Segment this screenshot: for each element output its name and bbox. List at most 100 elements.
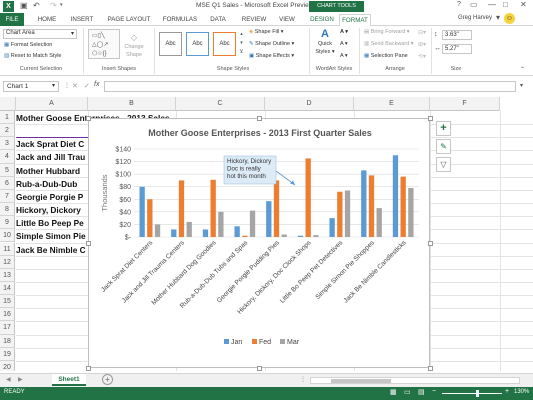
row-header-4[interactable]: 4 [0, 150, 15, 164]
row-header-12[interactable]: 12 [0, 255, 15, 269]
minimize-icon[interactable]: — [488, 0, 496, 9]
expand-formula-bar-icon[interactable]: ▾ [520, 82, 523, 89]
page-layout-view-icon[interactable]: ▭ [404, 388, 411, 396]
column-header-e[interactable]: E [354, 97, 430, 111]
horizontal-scrollbar[interactable] [310, 377, 520, 384]
chart-filters-icon[interactable]: ▽ [436, 157, 451, 172]
select-all-corner[interactable] [0, 97, 16, 111]
resize-handle[interactable] [428, 241, 433, 246]
tab-data[interactable]: DATA [205, 14, 231, 25]
row-header-19[interactable]: 19 [0, 347, 15, 361]
cell-a4[interactable]: Jack and Jill Trau [16, 151, 88, 163]
tab-file[interactable]: FILE [0, 13, 24, 26]
shape-style-swatch-3[interactable]: Abc [213, 32, 236, 56]
new-sheet-icon[interactable]: + [102, 374, 113, 385]
chart-styles-brush-icon[interactable]: ✎ [436, 139, 451, 154]
tab-page-layout[interactable]: PAGE LAYOUT [103, 14, 155, 25]
close-icon[interactable]: ✕ [520, 0, 527, 9]
row-header-6[interactable]: 6 [0, 176, 15, 190]
quick-styles-button[interactable]: A Quick Styles ▾ [314, 29, 336, 60]
tab-view[interactable]: VIEW [275, 14, 299, 25]
resize-handle[interactable] [257, 366, 262, 371]
name-box-chevron-icon[interactable]: ▾ [52, 82, 55, 89]
user-dropdown-icon[interactable]: ▾ [496, 13, 500, 22]
resize-handle[interactable] [86, 241, 91, 246]
resize-handle[interactable] [86, 366, 91, 371]
column-header-f[interactable]: F [430, 97, 500, 111]
collapse-ribbon-icon[interactable]: ⌃ [520, 66, 525, 73]
resize-handle[interactable] [257, 116, 262, 121]
shape-style-swatch-2[interactable]: Abc [186, 32, 209, 56]
undo-icon[interactable]: ↶ [33, 1, 40, 10]
send-backward-button[interactable]: ▥ Send Backward ▾ [364, 41, 414, 47]
tab-sheet1[interactable]: Sheet1 [52, 374, 86, 386]
text-fill-button[interactable]: A ▾ [340, 29, 348, 35]
chart-area[interactable]: Mother Goose Enterprises - 2013 First Qu… [86, 116, 433, 371]
save-icon[interactable]: ▣ [20, 1, 28, 10]
qat-customize-icon[interactable]: ▾ [60, 2, 63, 8]
shapes-gallery[interactable]: ▭▯╲ △◯↗ ⬠☆{} [88, 29, 120, 59]
cell-a5[interactable]: Mother Hubbard [16, 165, 88, 177]
zoom-out-icon[interactable]: − [432, 388, 436, 395]
column-header-b[interactable]: B [88, 97, 176, 111]
zoom-level[interactable]: 130% [514, 389, 529, 395]
cell-a7[interactable]: Georgie Porgie P [16, 191, 88, 203]
confirm-entry-icon[interactable]: ✓ [84, 82, 90, 90]
shape-fill-button[interactable]: ◈ Shape Fill ▾ [249, 29, 284, 35]
formula-input[interactable] [104, 81, 516, 92]
row-header-18[interactable]: 18 [0, 334, 15, 348]
row-header-14[interactable]: 14 [0, 281, 15, 296]
format-selection-button[interactable]: ▦ Format Selection [4, 42, 52, 48]
tab-design[interactable]: DESIGN [307, 14, 337, 25]
resize-handle[interactable] [86, 116, 91, 121]
cell-a11[interactable]: Jack Be Nimble C [16, 244, 88, 256]
cell-a8[interactable]: Hickory, Dickory [16, 204, 88, 216]
tab-insert[interactable]: INSERT [67, 14, 97, 25]
row-header-9[interactable]: 9 [0, 216, 15, 230]
row-header-13[interactable]: 13 [0, 268, 15, 282]
help-icon[interactable]: ? [457, 1, 461, 8]
page-break-view-icon[interactable]: ▤ [418, 388, 425, 396]
reset-to-match-style-button[interactable]: ▧ Reset to Match Style [4, 53, 61, 59]
column-header-c[interactable]: C [176, 97, 265, 111]
tab-home[interactable]: HOME [33, 14, 61, 25]
column-header-d[interactable]: D [265, 97, 354, 111]
row-header-8[interactable]: 8 [0, 203, 15, 217]
shape-style-swatch-1[interactable]: Abc [159, 32, 182, 56]
shape-styles-more-button[interactable]: ▴ ▾ ⊻ [238, 30, 245, 60]
scrollbar-thumb[interactable] [331, 379, 391, 383]
change-shape-button[interactable]: ◇ Change Shape [122, 34, 146, 59]
cell-a10[interactable]: Simple Simon Pie [16, 230, 88, 242]
zoom-slider-thumb[interactable] [476, 390, 479, 397]
row-header-11[interactable]: 11 [0, 242, 15, 256]
row-header-17[interactable]: 17 [0, 321, 15, 335]
row-header-7[interactable]: 7 [0, 189, 15, 204]
normal-view-icon[interactable]: ▦ [390, 388, 397, 396]
avatar[interactable]: ☺ [504, 13, 515, 24]
row-header-15[interactable]: 15 [0, 295, 15, 309]
resize-handle[interactable] [428, 366, 433, 371]
row-header-1[interactable]: 1 [0, 111, 15, 125]
scroll-left-icon[interactable]: ◀ [6, 376, 11, 383]
chart-elements-dropdown[interactable]: Chart Area ▾ [3, 29, 77, 39]
row-header-5[interactable]: 5 [0, 163, 15, 177]
group-objects-icon[interactable]: ⊞▾ [418, 41, 426, 48]
insert-function-icon[interactable]: fx [94, 81, 99, 88]
row-header-10[interactable]: 10 [0, 229, 15, 243]
rotate-icon[interactable]: ⟲▾ [418, 53, 426, 60]
column-header-a[interactable]: A [16, 97, 88, 111]
maximize-icon[interactable]: □ [503, 0, 508, 9]
text-outline-button[interactable]: A ▾ [340, 41, 348, 47]
selection-pane-button[interactable]: ▦ Selection Pane [364, 53, 408, 59]
redo-icon[interactable]: ↷ [50, 1, 57, 10]
user-name[interactable]: Greg Harvey [458, 15, 492, 21]
ribbon-display-icon[interactable]: ▭ [470, 0, 478, 9]
cell-a6[interactable]: Rub-a-Dub-Dub [16, 178, 88, 190]
align-icon[interactable]: ⊟▾ [418, 29, 426, 36]
tab-review[interactable]: REVIEW [238, 14, 270, 25]
zoom-slider[interactable] [442, 390, 502, 397]
cell-a9[interactable]: Little Bo Peep Pe [16, 217, 88, 229]
scroll-right-icon[interactable]: ▶ [18, 376, 23, 383]
row-header-3[interactable]: 3 [0, 137, 15, 151]
row-header-2[interactable]: 2 [0, 124, 15, 138]
